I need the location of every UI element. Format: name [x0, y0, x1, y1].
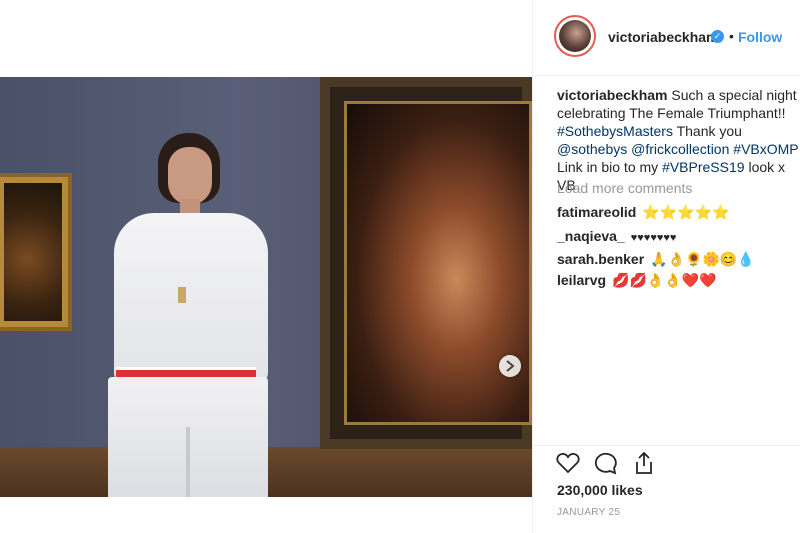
separator-dot: •	[729, 28, 734, 44]
comment-username[interactable]: _naqieva_	[557, 228, 625, 244]
comment-text: ♥♥♥♥♥♥♥	[630, 232, 677, 244]
load-more-comments-button[interactable]: Load more comments	[557, 180, 692, 196]
chevron-right-icon[interactable]	[499, 355, 521, 377]
share-icon[interactable]	[631, 450, 657, 476]
post-header: victoriabeckham ✓ • Follow	[533, 0, 800, 76]
painting-right	[320, 77, 532, 449]
header-username[interactable]: victoriabeckham	[608, 29, 719, 45]
comment-username[interactable]: sarah.benker	[557, 251, 644, 267]
post-sidebar: victoriabeckham ✓ • Follow victoriabeckh…	[532, 0, 800, 533]
follow-button[interactable]: Follow	[738, 29, 782, 45]
comment-bubble-icon[interactable]	[593, 450, 619, 476]
comment-item: leilarvg 💋💋👌👌❤️❤️	[557, 271, 717, 289]
comment-item: sarah.benker 🙏👌🌻🌼😊💧	[557, 250, 755, 268]
post-date[interactable]: JANUARY 25	[557, 507, 620, 518]
avatar[interactable]	[554, 15, 596, 57]
hashtag-sothebysmasters[interactable]: #SothebysMasters	[557, 123, 673, 139]
post-photo[interactable]	[0, 77, 532, 497]
caption-text-2: Thank you	[676, 123, 742, 139]
caption-text-3: Link in bio to my	[557, 159, 659, 175]
caption-username[interactable]: victoriabeckham	[557, 87, 668, 103]
likes-count[interactable]: 230,000 likes	[557, 482, 643, 498]
comment-text: ⭐⭐⭐⭐⭐	[642, 204, 730, 220]
heart-icon[interactable]	[555, 450, 581, 476]
comment-text: 💋💋👌👌❤️❤️	[612, 272, 717, 288]
verified-badge-icon: ✓	[711, 30, 724, 43]
comment-text: 🙏👌🌻🌼😊💧	[650, 251, 755, 267]
hashtag-vbpress19[interactable]: #VBPreSS19	[662, 159, 745, 175]
comment-item: fatimareolid ⭐⭐⭐⭐⭐	[557, 203, 730, 221]
mention-sothebys[interactable]: @sothebys	[557, 141, 627, 157]
comment-username[interactable]: leilarvg	[557, 272, 606, 288]
woman-figure	[96, 127, 286, 497]
painting-left	[0, 173, 72, 331]
comment-item: _naqieva_ ♥♥♥♥♥♥♥	[557, 227, 676, 247]
hashtag-vbxomp[interactable]: #VBxOMP	[733, 141, 798, 157]
comment-username[interactable]: fatimareolid	[557, 204, 636, 220]
mention-frickcollection[interactable]: @frickcollection	[631, 141, 729, 157]
post-caption: victoriabeckham Such a special night cel…	[557, 86, 800, 194]
